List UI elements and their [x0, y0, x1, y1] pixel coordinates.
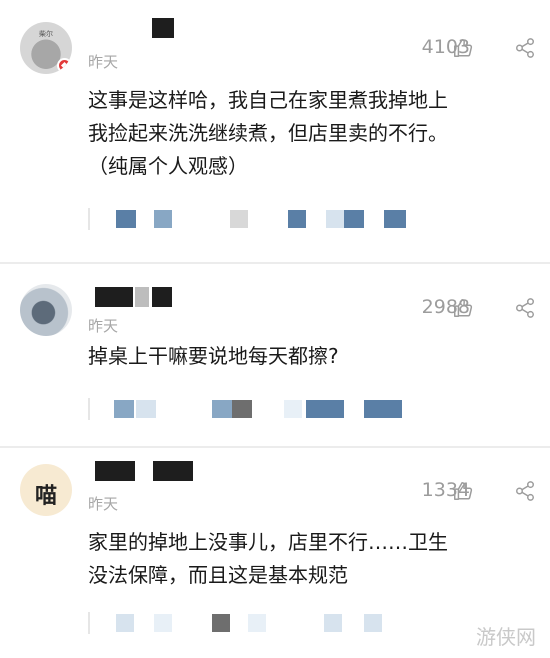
reply-preview[interactable]: [88, 398, 408, 420]
comment-body: 这事是这样哈，我自己在家里煮我掉地上 我捡起来洗洗继续煮，但店里卖的不行。 （纯…: [88, 84, 538, 183]
avatar-label: 柴尔: [39, 30, 53, 38]
reply-cell: [116, 210, 136, 228]
reply-preview[interactable]: [88, 208, 408, 230]
avatar[interactable]: 喵: [20, 464, 72, 516]
thumbs-up-icon[interactable]: [452, 297, 474, 319]
username-redacted: [153, 461, 193, 481]
thumbs-up-icon[interactable]: [452, 480, 474, 502]
reply-cell: [384, 210, 406, 228]
reply-cell: [326, 210, 344, 228]
share-icon[interactable]: [514, 37, 536, 59]
username-redacted[interactable]: [95, 461, 135, 481]
comment-body: 家里的掉地上没事儿，店里不行……卫生 没法保障，而且这是基本规范: [88, 526, 538, 592]
username-redacted[interactable]: [95, 287, 133, 307]
comment-line: 掉桌上干嘛要说地每天都擦?: [88, 344, 339, 368]
thumbs-up-icon[interactable]: [452, 37, 474, 59]
reply-cell: [232, 400, 252, 418]
avatar-label: 喵: [34, 484, 57, 509]
reply-cell: [306, 400, 344, 418]
comment-time: 昨天: [88, 53, 119, 71]
reply-cell: [154, 210, 172, 228]
reply-cell: [114, 400, 134, 418]
watermark-logo: 游侠网: [476, 625, 536, 649]
username-redacted[interactable]: [152, 18, 174, 38]
username-redacted: [135, 287, 149, 307]
comment-time: 昨天: [88, 317, 119, 335]
comment-line: 没法保障，而且这是基本规范: [88, 563, 348, 587]
reply-cell: [324, 614, 342, 632]
share-icon[interactable]: [514, 480, 536, 502]
comment-line: （纯属个人观感）: [88, 154, 248, 178]
comment-line: 我捡起来洗洗继续煮，但店里卖的不行。: [88, 121, 448, 145]
comment-line: 家里的掉地上没事儿，店里不行……卫生: [88, 530, 448, 554]
comment-body: 掉桌上干嘛要说地每天都擦?: [88, 340, 538, 373]
reply-cell: [284, 400, 302, 418]
reply-cell: [116, 614, 134, 632]
reply-rule: [88, 208, 90, 230]
verified-badge-icon: [57, 58, 72, 73]
comment-line: 这事是这样哈，我自己在家里煮我掉地上: [88, 88, 448, 112]
reply-cell: [154, 614, 172, 632]
comment-time: 昨天: [88, 495, 119, 513]
reply-cell: [212, 614, 230, 632]
reply-rule: [88, 398, 90, 420]
share-icon[interactable]: [514, 297, 536, 319]
comment-item: 柴尔 昨天 4103 这事是这样哈，我自己在家里煮我掉地上 我捡起来洗洗继续煮，…: [0, 0, 550, 232]
comment-item: 昨天 2988 掉桌上干嘛要说地每天都擦?: [0, 264, 550, 444]
avatar[interactable]: 柴尔: [20, 22, 72, 74]
avatar[interactable]: [20, 284, 72, 336]
reply-rule: [88, 612, 90, 634]
username-redacted: [152, 287, 172, 307]
reply-cell: [288, 210, 306, 228]
reply-cell: [344, 210, 364, 228]
reply-cell: [230, 210, 248, 228]
reply-cell: [364, 400, 402, 418]
reply-cell: [248, 614, 266, 632]
reply-preview[interactable]: [88, 612, 398, 634]
reply-cell: [364, 614, 382, 632]
reply-cell: [212, 400, 232, 418]
comment-item: 喵 昨天 1334 家里的掉地上没事儿，店里不行……卫生 没法保障，而且这是基本…: [0, 448, 550, 658]
reply-cell: [136, 400, 156, 418]
